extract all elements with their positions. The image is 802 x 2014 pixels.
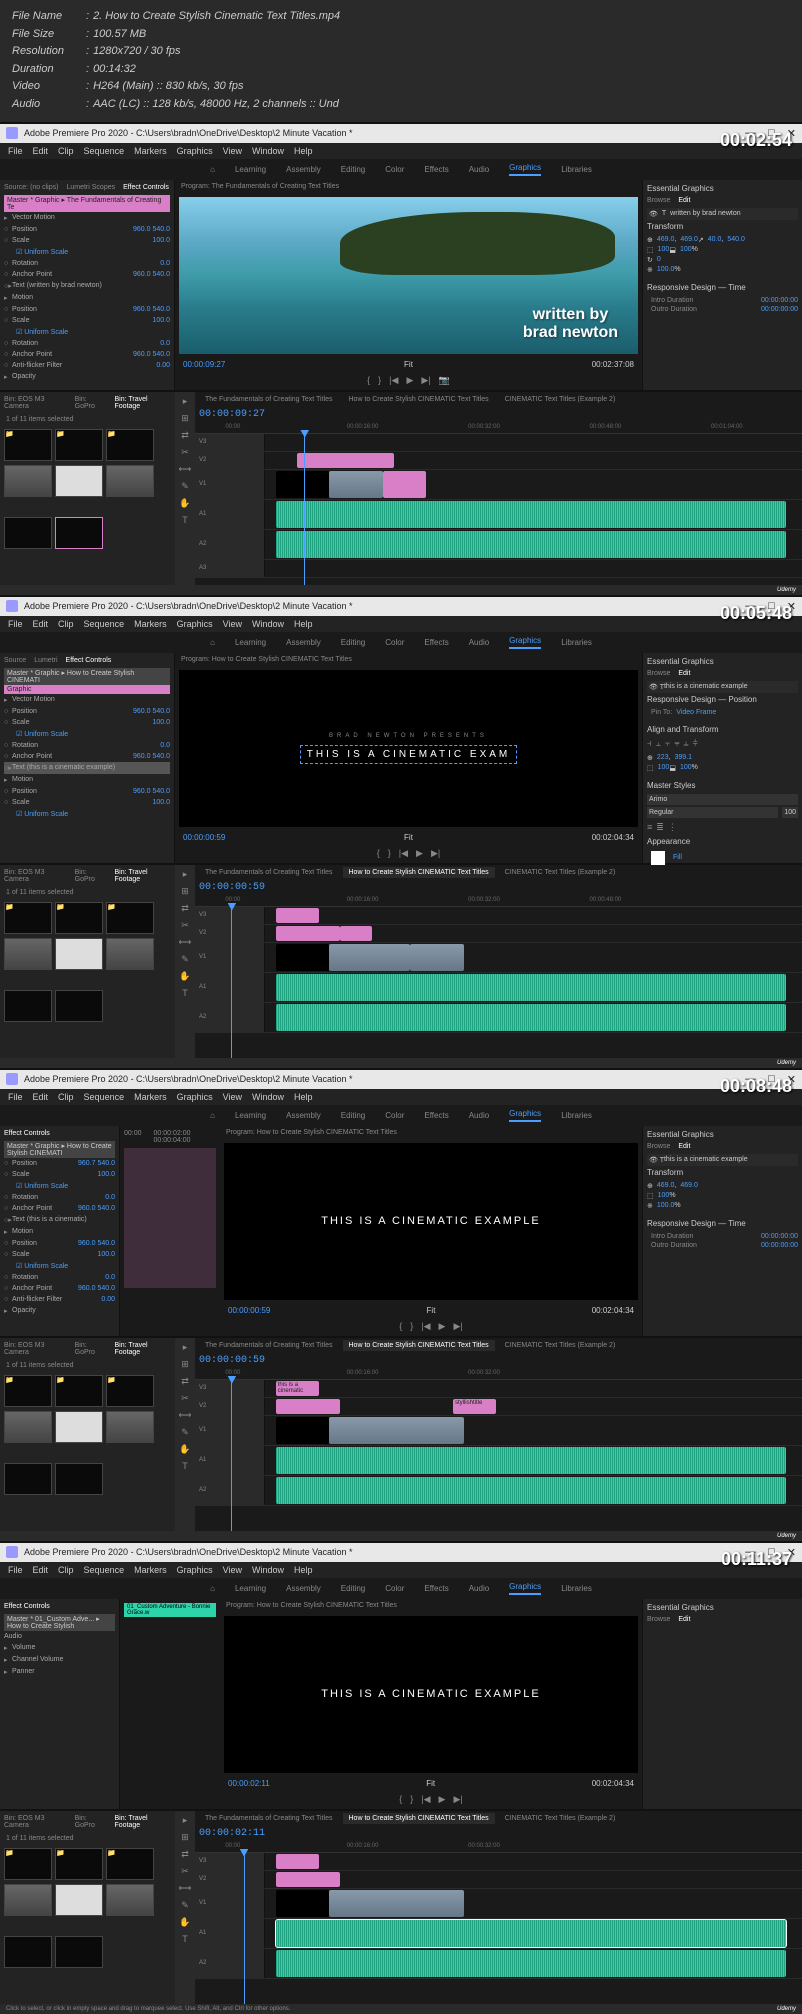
video-timestamp: 00:02:54 [720,130,792,151]
video-timestamp: 00:05:48 [720,603,792,624]
step-fwd-icon[interactable]: ▶| [421,375,430,386]
ws-learning[interactable]: Learning [235,165,266,174]
program-tc-duration: 00:02:37:08 [592,360,634,369]
pen-icon[interactable]: ✎ [181,481,189,492]
program-monitor-panel: Program: The Fundamentals of Creating Te… [175,180,642,390]
ws-color[interactable]: Color [385,165,404,174]
mark-in-icon[interactable]: { [367,375,370,386]
menu-window[interactable]: Window [252,146,284,156]
clip-thumb[interactable] [4,517,52,549]
play-icon[interactable]: ▶ [406,375,413,386]
mark-out-icon[interactable]: } [378,375,381,386]
menu-markers[interactable]: Markers [134,146,167,156]
menu-view[interactable]: View [223,146,242,156]
eg-layer-row[interactable]: 👁 T written by brad newton [647,208,798,220]
program-title: Program: The Fundamentals of Creating Te… [175,180,642,193]
timeline-tools: ▸ ⊞ ⇄ ✂ ⟷ ✎ ✋ T [175,392,195,585]
project-panel: Bin: EOS M3 Camera Bin: GoPro Bin: Trave… [0,392,175,585]
effect-controls-panel: SourceLumetriEffect Controls Master * Gr… [0,653,175,863]
program-monitor[interactable]: THIS IS A CINEMATIC EXAMPLE [224,1143,638,1300]
clip-thumb-selected[interactable] [55,517,103,549]
menu-edit[interactable]: Edit [33,146,49,156]
workspace-tabs: ⌂ Learning Assembly Editing Color Effect… [0,159,802,180]
transport-controls: { } |◀ ▶ ▶| 📷 [175,371,642,390]
tab-effect-controls[interactable]: Effect Controls [123,184,169,191]
step-back-icon[interactable]: |◀ [389,375,398,386]
ripple-icon[interactable]: ⇄ [181,430,189,441]
program-tc-current[interactable]: 00:00:09:27 [183,360,225,369]
video-timestamp: 00:08:48 [720,1076,792,1097]
ws-audio[interactable]: Audio [469,165,489,174]
bin-tab-1[interactable]: Bin: EOS M3 Camera [4,396,67,410]
eg-tab-edit[interactable]: Edit [678,197,690,204]
align-right-icon[interactable]: ⫟ [665,738,670,749]
seq-tab-3[interactable]: CINEMATIC Text Titles (Example 2) [499,394,622,405]
premiere-icon [6,127,18,139]
screenshot-2: 00:05:48 Adobe Premiere Pro 2020 - C:\Us… [0,595,802,1068]
selection-tool-icon[interactable]: ▸ [183,396,188,407]
effect-controls-panel: Source: (no clips) Lumetri Scopes Effect… [0,180,175,390]
ws-graphics[interactable]: Graphics [509,163,541,176]
home-icon[interactable]: ⌂ [210,165,215,174]
ws-assembly[interactable]: Assembly [286,165,321,174]
screenshot-4: 00:11:37 Adobe Premiere Pro 2020 - C:\Us… [0,1541,802,2014]
ws-libraries[interactable]: Libraries [561,165,592,174]
export-frame-icon[interactable]: 📷 [439,375,450,386]
screenshot-1: 00:02:54 Adobe Premiere Pro 2020 - C:\Us… [0,122,802,595]
bin-folder[interactable]: 📁 [4,429,52,461]
program-monitor[interactable]: BRAD NEWTON PRESENTS THIS IS A CINEMATIC… [179,670,638,827]
eye-icon[interactable]: 👁 [649,210,658,218]
seq-tab-1[interactable]: The Fundamentals of Creating Text Titles [199,394,339,405]
seq-tab-2[interactable]: How to Create Stylish CINEMATIC Text Tit… [343,394,495,405]
selection-info: 1 of 11 items selected [4,414,171,425]
font-select[interactable]: Arimo [647,794,798,805]
program-monitor[interactable]: written bybrad newton [179,197,638,354]
timeline-tracks[interactable]: V3 V2 V1 A1 A2 A3 [195,434,802,585]
window-title: Adobe Premiere Pro 2020 - C:\Users\bradn… [24,128,353,138]
timeline-ruler[interactable]: 00:00 00:00:16:00 00:00:32:00 00:00:48:0… [195,422,802,434]
clip-thumb[interactable] [55,465,103,497]
menu-clip[interactable]: Clip [58,146,74,156]
type-icon[interactable]: T [182,515,188,525]
bin-folder[interactable]: 📁 [55,429,103,461]
essential-graphics-panel: Essential Graphics Browse Edit 👁 T writt… [642,180,802,390]
audio-clip-header: 01_Custom Adventure - Bonnie Grace.w [124,1603,216,1617]
menu-bar: File Edit Clip Sequence Markers Graphics… [0,143,802,159]
track-select-icon[interactable]: ⊞ [181,413,189,424]
program-monitor[interactable]: THIS IS A CINEMATIC EXAMPLE [224,1616,638,1773]
bin-tab-2[interactable]: Bin: GoPro [75,396,107,410]
clip-thumb[interactable] [106,465,154,497]
menu-file[interactable]: File [8,146,23,156]
razor-icon[interactable]: ✂ [181,447,189,458]
bin-tab-3[interactable]: Bin: Travel Footage [115,396,171,410]
eg-tab-browse[interactable]: Browse [647,197,670,204]
align-center-icon[interactable]: ⫠ [656,738,661,749]
essential-graphics-panel: Essential Graphics BrowseEdit 👁 T this i… [642,653,802,863]
bin-folder[interactable]: 📁 [106,429,154,461]
video-timestamp: 00:11:37 [721,1549,792,1570]
timeline-panel: The Fundamentals of Creating Text Titles… [195,392,802,585]
tab-lumetri[interactable]: Lumetri Scopes [66,184,115,191]
zoom-fit[interactable]: Fit [404,360,413,369]
fill-swatch[interactable] [651,851,665,865]
slip-icon[interactable]: ⟷ [179,464,192,475]
udemy-logo: Udemy [777,587,796,593]
window-title-bar: Adobe Premiere Pro 2020 - C:\Users\bradn… [0,124,802,143]
align-left-icon[interactable]: ⫞ [647,738,652,749]
menu-sequence[interactable]: Sequence [84,146,125,156]
status-hint: Click to select, or click in empty space… [6,2006,290,2012]
menu-help[interactable]: Help [294,146,313,156]
tab-source[interactable]: Source: (no clips) [4,184,58,191]
screenshot-3: 00:08:48 Adobe Premiere Pro 2020 - C:\Us… [0,1068,802,1541]
eg-title: Essential Graphics [647,184,798,193]
file-metadata: File Name:2. How to Create Stylish Cinem… [0,0,802,122]
ws-editing[interactable]: Editing [341,165,365,174]
ws-effects[interactable]: Effects [424,165,448,174]
timeline-tc[interactable]: 00:00:09:27 [199,409,265,420]
hand-icon[interactable]: ✋ [179,498,190,509]
clip-thumb[interactable] [4,465,52,497]
menu-graphics[interactable]: Graphics [177,146,213,156]
effect-source-header: Master * Graphic ▸ The Fundamentals of C… [4,195,170,212]
